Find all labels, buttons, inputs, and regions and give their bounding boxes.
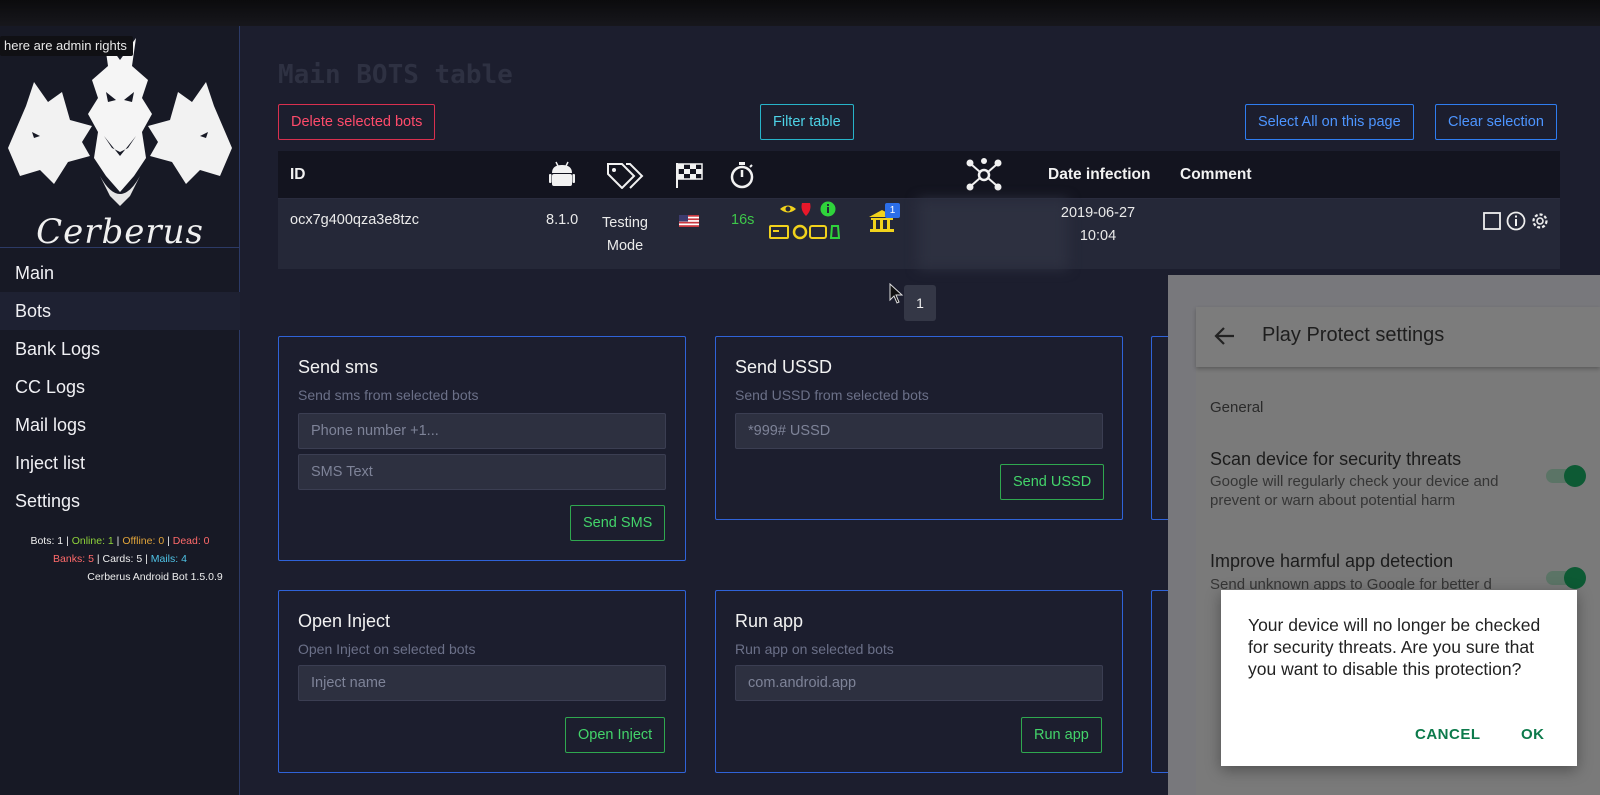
sidebar: here are admin rights Cerberus Main Bots…	[0, 26, 240, 795]
app-package-input[interactable]	[735, 665, 1103, 701]
network-icon	[966, 158, 1002, 191]
stat-sep: |	[66, 535, 69, 547]
sidebar-item-bots[interactable]: Bots	[0, 292, 240, 330]
stat-banks: Banks: 5	[53, 553, 94, 565]
send-sms-button[interactable]: Send SMS	[570, 505, 666, 541]
send-ussd-button[interactable]: Send USSD	[1000, 464, 1105, 500]
sidebar-item-inject-list[interactable]: Inject list	[0, 444, 240, 482]
sidebar-item-settings[interactable]: Settings	[0, 482, 240, 520]
card-subtitle: Send USSD from selected bots	[735, 387, 929, 403]
open-inject-button[interactable]: Open Inject	[565, 717, 666, 753]
send-sms-card: Send sms Send sms from selected bots Sen…	[278, 336, 686, 561]
clear-selection-button[interactable]: Clear selection	[1435, 104, 1557, 140]
card-subtitle: Open Inject on selected bots	[298, 641, 476, 657]
online-time: 16s	[731, 212, 755, 228]
stat-mails: Mails: 4	[150, 553, 187, 565]
bank-count-badge: 1	[885, 203, 900, 218]
top-bar	[0, 0, 1600, 26]
delete-selected-bots-button[interactable]: Delete selected bots	[278, 104, 436, 140]
sidebar-divider	[0, 247, 240, 248]
stat-cards: Cards: 5	[102, 553, 143, 565]
card-title: Run app	[735, 611, 804, 631]
ok-button[interactable]: OK	[1521, 726, 1545, 743]
date-line2: 10:04	[1079, 228, 1117, 244]
card-subtitle: Send sms from selected bots	[298, 387, 479, 403]
admin-rights-tooltip: here are admin rights	[0, 36, 133, 56]
card-subtitle: Run app on selected bots	[735, 641, 894, 657]
sms-text-input[interactable]	[298, 454, 666, 490]
scan-device-toggle-knob[interactable]	[1564, 465, 1586, 487]
col-date-header: Date infection	[1048, 166, 1151, 183]
card-title: Send USSD	[735, 357, 833, 377]
tags-icon	[607, 163, 644, 189]
stat-dead: Dead: 0	[172, 535, 210, 547]
disable-protection-dialog: Your device will no longer be checked fo…	[1221, 590, 1577, 766]
sidebar-item-mail-logs[interactable]: Mail logs	[0, 406, 240, 444]
bot-stats: Bots: 1 | Online: 1 | Offline: 0 | Dead:…	[0, 532, 240, 586]
table-header: ID Date infection Comment	[278, 151, 1560, 199]
stat-sep: |	[116, 535, 120, 547]
inject-name-input[interactable]	[298, 665, 666, 701]
stat-sep: |	[145, 553, 148, 565]
card-title: Send sms	[298, 357, 379, 377]
phone-number-input[interactable]	[298, 413, 666, 449]
stat-sep: |	[167, 535, 170, 547]
bot-id: ocx7g400qza3e8tzc	[290, 212, 419, 228]
run-app-button[interactable]: Run app	[1021, 717, 1102, 753]
table-row[interactable]: ocx7g400qza3e8tzc 8.1.0 Testing Mode 16s	[278, 199, 1560, 269]
col-comment-header: Comment	[1180, 166, 1252, 183]
select-all-button[interactable]: Select All on this page	[1245, 104, 1414, 140]
filter-table-button[interactable]: Filter table	[760, 104, 854, 140]
stat-offline: Offline: 0	[122, 535, 165, 547]
checkered-flag-icon	[676, 163, 703, 188]
stopwatch-icon	[730, 162, 754, 189]
section-general: General	[1210, 399, 1264, 416]
improve-detection-title: Improve harmful app detection	[1210, 551, 1454, 571]
open-inject-card: Open Inject Open Inject on selected bots…	[278, 590, 686, 773]
col-id-header: ID	[290, 166, 306, 183]
stat-bots: Bots: 1	[30, 535, 64, 547]
sidebar-item-cc-logs[interactable]: CC Logs	[0, 368, 240, 406]
stat-sep: |	[96, 553, 100, 565]
android-version: 8.1.0	[546, 212, 579, 228]
us-flag-icon	[679, 215, 699, 227]
scan-device-title: Scan device for security threats	[1210, 449, 1462, 469]
bots-table: ID Date infection Comment ocx7g400qza3e8…	[278, 151, 1560, 269]
version-text: Cerberus Android Bot 1.5.0.9	[87, 571, 223, 583]
scan-device-subtitle: Google will regularly check your device …	[1210, 473, 1499, 509]
permissions-icon	[769, 201, 840, 240]
settings-header: Play Protect settings	[1196, 307, 1600, 367]
settings-title: Play Protect settings	[1262, 324, 1445, 346]
sidebar-nav: Main Bots Bank Logs CC Logs Mail logs In…	[0, 254, 240, 520]
android-icon	[549, 161, 575, 186]
info-icon[interactable]	[1506, 211, 1526, 231]
back-arrow-icon[interactable]	[1212, 323, 1238, 349]
page-button-1[interactable]: 1	[904, 285, 936, 321]
mouse-cursor-icon	[889, 283, 904, 304]
page-title: Main BOTS table	[278, 60, 513, 90]
date-line1: 2019-06-27	[1060, 205, 1136, 221]
date-infection: 2019-06-27 10:04	[1048, 202, 1148, 248]
brand-name: Cerberus	[36, 212, 204, 252]
card-title: Open Inject	[298, 611, 391, 631]
ussd-input[interactable]	[735, 413, 1103, 449]
sidebar-item-main[interactable]: Main	[0, 254, 240, 292]
redacted-cell	[918, 199, 1068, 269]
run-app-card: Run app Run app on selected bots Run app	[715, 590, 1123, 773]
sidebar-item-bank-logs[interactable]: Bank Logs	[0, 330, 240, 368]
gear-icon[interactable]	[1530, 211, 1550, 231]
cancel-button[interactable]: CANCEL	[1415, 726, 1481, 743]
send-ussd-card: Send USSD Send USSD from selected bots S…	[715, 336, 1123, 520]
bot-tag: Testing Mode	[590, 212, 660, 258]
stat-online: Online: 1	[71, 535, 114, 547]
select-checkbox[interactable]	[1483, 212, 1501, 230]
bot-tag-line2: Mode	[606, 238, 644, 254]
bot-tag-line1: Testing	[602, 215, 648, 231]
dialog-message: Your device will no longer be checked fo…	[1248, 615, 1541, 679]
improve-detection-toggle-knob[interactable]	[1564, 567, 1586, 589]
